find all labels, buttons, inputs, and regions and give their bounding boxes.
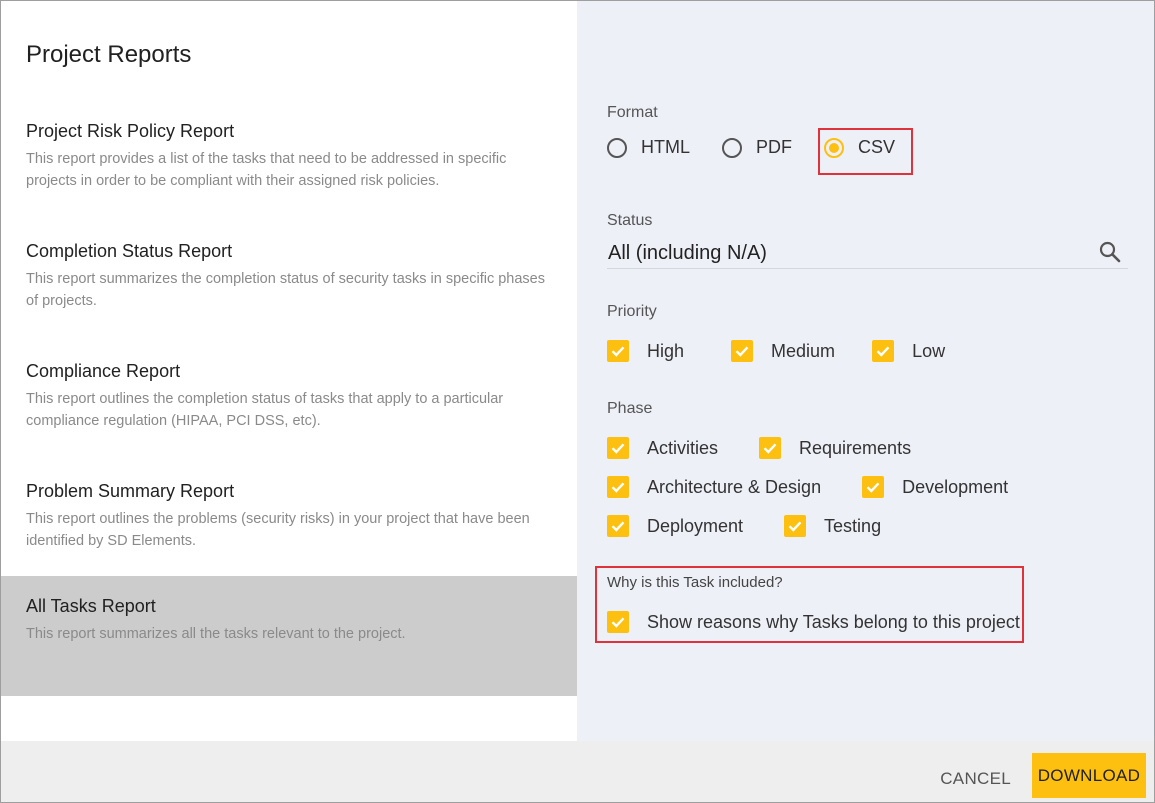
priority-checkbox-medium[interactable]: Medium xyxy=(731,340,835,362)
checkbox-label: Deployment xyxy=(647,515,744,536)
checkbox-label: High xyxy=(647,340,685,361)
checkbox-label: Development xyxy=(902,476,1009,497)
phase-checkbox-requirements[interactable]: Requirements xyxy=(759,437,911,459)
checkbox-checked-icon xyxy=(607,515,629,537)
why-included-label: Why is this Task included? xyxy=(607,574,783,591)
checkbox-checked-icon xyxy=(607,340,629,362)
checkbox-checked-icon xyxy=(784,515,807,537)
phase-checkbox-architecture-design[interactable]: Architecture & Design xyxy=(607,476,821,498)
report-item-all-tasks[interactable]: All Tasks Report This report summarizes … xyxy=(1,576,577,696)
priority-checkbox-high[interactable]: High xyxy=(607,340,684,362)
format-radio-html[interactable]: HTML xyxy=(607,137,690,158)
report-item-completion-status[interactable]: Completion Status Report This report sum… xyxy=(1,221,577,341)
priority-checkbox-low[interactable]: Low xyxy=(872,340,945,362)
checkbox-checked-icon xyxy=(759,437,782,459)
dialog-title: Project Reports xyxy=(26,41,192,68)
phase-checkbox-row-1: Activities Requirements xyxy=(607,437,911,459)
checkbox-checked-icon xyxy=(607,476,629,498)
status-value: All (including N/A) xyxy=(608,242,767,264)
checkbox-checked-icon xyxy=(862,476,885,498)
report-item-project-risk-policy[interactable]: Project Risk Policy Report This report p… xyxy=(1,101,577,221)
report-name: Completion Status Report xyxy=(26,241,233,261)
report-item-problem-summary[interactable]: Problem Summary Report This report outli… xyxy=(1,461,577,581)
report-description: This report outlines the completion stat… xyxy=(26,391,504,429)
project-reports-dialog: Project Reports Project Risk Policy Repo… xyxy=(0,0,1155,803)
download-button[interactable]: DOWNLOAD xyxy=(1032,753,1146,798)
report-options-panel: Format HTML PDF CSV Status All (includin… xyxy=(577,1,1154,741)
checkbox-checked-icon xyxy=(731,340,754,362)
phase-checkbox-deployment[interactable]: Deployment xyxy=(607,515,743,537)
show-reasons-checkbox[interactable]: Show reasons why Tasks belong to this pr… xyxy=(607,611,1020,633)
radio-label: PDF xyxy=(756,137,792,157)
report-description: This report summarizes all the tasks rel… xyxy=(26,626,406,642)
csv-highlight-outline xyxy=(818,128,913,175)
radio-label: HTML xyxy=(641,137,690,157)
report-description: This report outlines the problems (secur… xyxy=(26,511,530,549)
report-list-panel: Project Reports Project Risk Policy Repo… xyxy=(1,1,577,741)
report-item-compliance[interactable]: Compliance Report This report outlines t… xyxy=(1,341,577,461)
status-select[interactable]: All (including N/A) xyxy=(607,237,1128,269)
phase-checkbox-row-2: Architecture & Design Development xyxy=(607,476,1008,498)
checkbox-label: Show reasons why Tasks belong to this pr… xyxy=(647,611,1020,632)
format-radio-pdf[interactable]: PDF xyxy=(722,137,792,158)
search-icon[interactable] xyxy=(1098,240,1122,264)
priority-label: Priority xyxy=(607,303,657,320)
radio-unchecked-icon xyxy=(607,137,627,158)
report-description: This report summarizes the completion st… xyxy=(26,271,545,309)
phase-checkbox-development[interactable]: Development xyxy=(862,476,1008,498)
checkbox-label: Medium xyxy=(771,340,836,361)
phase-checkbox-activities[interactable]: Activities xyxy=(607,437,718,459)
format-label: Format xyxy=(607,104,658,121)
priority-checkbox-group: High Medium Low xyxy=(607,340,945,362)
checkbox-label: Testing xyxy=(824,515,882,536)
phase-label: Phase xyxy=(607,400,653,417)
report-name: Project Risk Policy Report xyxy=(26,121,235,141)
why-checkbox-row: Show reasons why Tasks belong to this pr… xyxy=(607,611,1020,633)
report-description: This report provides a list of the tasks… xyxy=(26,151,507,189)
checkbox-checked-icon xyxy=(872,340,895,362)
checkbox-label: Low xyxy=(912,340,946,361)
checkbox-label: Architecture & Design xyxy=(647,476,822,497)
report-name: Compliance Report xyxy=(26,361,181,381)
radio-unchecked-icon xyxy=(722,137,742,158)
status-label: Status xyxy=(607,212,653,229)
checkbox-label: Activities xyxy=(647,437,719,458)
report-name: Problem Summary Report xyxy=(26,481,235,501)
checkbox-checked-icon xyxy=(607,611,629,633)
cancel-button[interactable]: CANCEL xyxy=(940,769,1011,789)
phase-checkbox-row-3: Deployment Testing xyxy=(607,515,881,537)
phase-checkbox-testing[interactable]: Testing xyxy=(784,515,881,537)
checkbox-checked-icon xyxy=(607,437,629,459)
report-name: All Tasks Report xyxy=(26,596,156,616)
dialog-footer: CANCEL DOWNLOAD xyxy=(1,741,1154,802)
checkbox-label: Requirements xyxy=(799,437,912,458)
